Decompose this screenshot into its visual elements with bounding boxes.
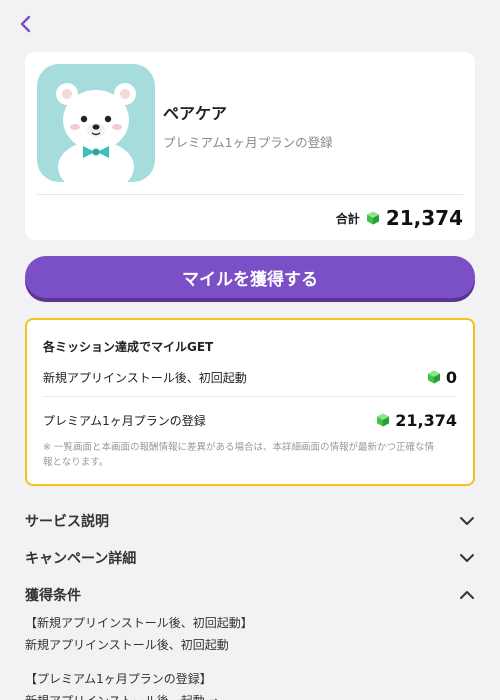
- accordion-acquisition-conditions[interactable]: 獲得条件: [25, 583, 475, 607]
- condition-heading: 【プレミアム1ヶ月プランの登録】: [25, 672, 212, 686]
- get-miles-button[interactable]: マイルを獲得する: [25, 256, 475, 298]
- gem-icon: [427, 370, 440, 384]
- mission-row: 新規アプリインストール後、初回起動 0: [43, 365, 457, 389]
- divider: [37, 194, 463, 195]
- back-button[interactable]: [14, 12, 38, 36]
- accordion-title: サービス説明: [25, 514, 109, 530]
- total-label: 合計: [335, 211, 360, 226]
- app-icon: [37, 64, 155, 182]
- chevron-up-icon: [460, 591, 474, 599]
- gem-icon: [366, 211, 379, 225]
- mission-value-text: 21,374: [395, 410, 457, 430]
- mission-row: プレミアム1ヶ月プランの登録 21,374: [43, 408, 457, 432]
- total-value: 21,374: [385, 206, 463, 230]
- accordion-campaign-details[interactable]: キャンペーン詳細: [25, 546, 475, 570]
- chevron-down-icon: [460, 554, 474, 562]
- mission-value: 0: [427, 368, 457, 387]
- condition-text: 新規アプリインストール後、起動 ⇒: [25, 692, 219, 700]
- divider: [43, 396, 457, 397]
- note-line: 報となります。: [43, 457, 109, 468]
- gem-icon: [377, 413, 390, 427]
- mission-value-text: 0: [445, 367, 457, 387]
- note-line: ※ 一覧画面と本画面の報酬情報に差異がある場合は、本詳細画面の情報が最新かつ正確…: [43, 442, 434, 453]
- mission-value: 21,374: [376, 411, 457, 430]
- accordion-service-description[interactable]: サービス説明: [25, 509, 475, 533]
- accordion-title: キャンペーン詳細: [25, 551, 137, 567]
- mission-label: プレミアム1ヶ月プランの登録: [43, 413, 206, 428]
- chevron-left-icon: [20, 15, 31, 33]
- app-subtitle: プレミアム1ヶ月プランの登録: [163, 135, 333, 150]
- total-row: 合計 21,374: [336, 205, 463, 231]
- condition-heading: 【新規アプリインストール後、初回起動】: [25, 616, 253, 630]
- mission-title: 各ミッション達成でマイルGET: [43, 340, 214, 354]
- condition-text: 新規アプリインストール後、初回起動: [25, 638, 229, 652]
- mission-box: 各ミッション達成でマイルGET 新規アプリインストール後、初回起動 0 プレミア…: [25, 318, 475, 486]
- accordion-title: 獲得条件: [25, 588, 81, 604]
- mission-label: 新規アプリインストール後、初回起動: [43, 370, 247, 385]
- chevron-down-icon: [460, 517, 474, 525]
- app-name: ペアケア: [163, 104, 228, 123]
- app-card: ペアケア プレミアム1ヶ月プランの登録 合計 21,374: [25, 52, 475, 240]
- mission-note: ※ 一覧画面と本画面の報酬情報に差異がある場合は、本詳細画面の情報が最新かつ正確…: [43, 440, 457, 470]
